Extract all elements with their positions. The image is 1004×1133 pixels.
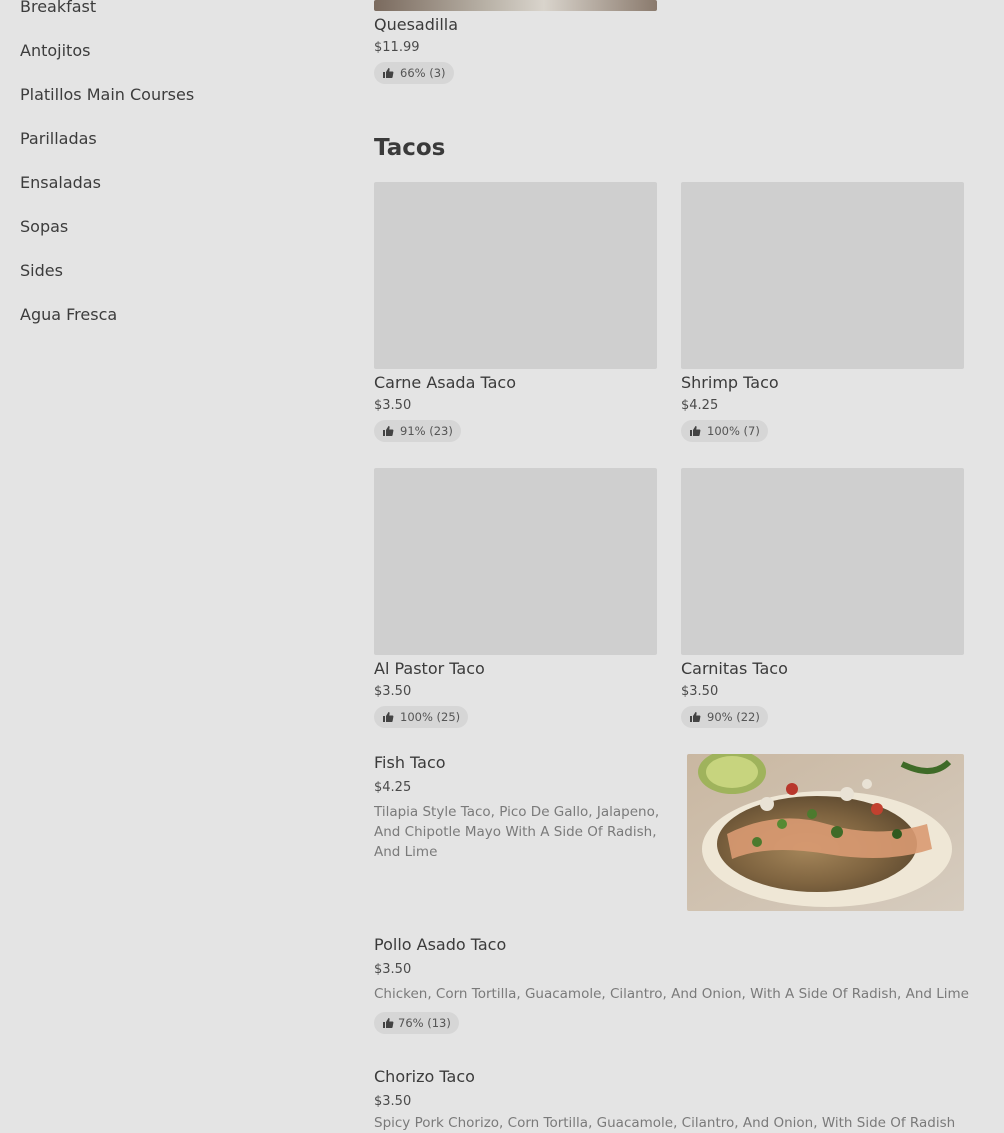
chorizo-taco-name[interactable]: Chorizo Taco [374,1067,475,1086]
quesadilla-price: $11.99 [374,40,420,55]
category-link-sides[interactable]: Sides [20,261,63,280]
thumbs-up-icon [690,712,701,722]
category-link-breakfast[interactable]: Breakfast [20,0,96,16]
al-pastor-price: $3.50 [374,684,412,699]
carne-asada-price: $3.50 [374,398,412,413]
carne-asada-rating-badge: 91% (23) [374,420,461,442]
carnitas-image[interactable] [681,468,964,655]
category-link-ensaladas[interactable]: Ensaladas [20,173,101,192]
category-link-agua-fresca[interactable]: Agua Fresca [20,305,117,324]
al-pastor-rating-badge: 100% (25) [374,706,469,728]
al-pastor-image[interactable] [374,468,657,655]
quesadilla-photo[interactable] [374,0,657,11]
pollo-asado-name[interactable]: Pollo Asado Taco [374,935,506,954]
thumbs-up-icon [383,1018,394,1028]
fish-taco-photo[interactable] [687,754,964,911]
chorizo-taco-price: $3.50 [374,1094,412,1109]
pollo-asado-rating: 76% (13) [398,1016,451,1030]
carne-asada-image[interactable] [374,182,657,369]
category-link-antojitos[interactable]: Antojitos [20,41,90,60]
shrimp-taco-image[interactable] [681,182,964,369]
thumbs-up-icon [383,426,394,436]
quesadilla-name[interactable]: Quesadilla [374,15,458,34]
al-pastor-rating: 100% (25) [400,710,461,724]
section-title-tacos: Tacos [374,135,446,161]
carnitas-rating-badge: 90% (22) [681,706,768,728]
category-link-parilladas[interactable]: Parilladas [20,129,97,148]
category-link-platillos[interactable]: Platillos Main Courses [20,85,194,104]
shrimp-taco-rating: 100% (7) [707,424,760,438]
carnitas-rating: 90% (22) [707,710,760,724]
al-pastor-name[interactable]: Al Pastor Taco [374,659,485,678]
carne-asada-name[interactable]: Carne Asada Taco [374,373,516,392]
carnitas-price: $3.50 [681,684,719,699]
quesadilla-rating: 66% (3) [400,66,446,80]
pollo-asado-rating-badge: 76% (13) [374,1012,459,1034]
pollo-asado-price: $3.50 [374,962,412,977]
carnitas-name[interactable]: Carnitas Taco [681,659,788,678]
carne-asada-rating: 91% (23) [400,424,453,438]
pollo-asado-description: Chicken, Corn Tortilla, Guacamole, Cilan… [374,986,969,1002]
thumbs-up-icon [383,712,394,722]
thumbs-up-icon [690,426,701,436]
fish-taco-price: $4.25 [374,780,412,795]
chorizo-taco-description: Spicy Pork Chorizo, Corn Tortilla, Guaca… [374,1115,956,1131]
fish-taco-description: Tilapia Style Taco, Pico De Gallo, Jalap… [374,804,660,860]
category-link-sopas[interactable]: Sopas [20,217,68,236]
shrimp-taco-name[interactable]: Shrimp Taco [681,373,779,392]
fish-taco-image [687,754,964,911]
shrimp-taco-price: $4.25 [681,398,719,413]
fish-taco-name[interactable]: Fish Taco [374,753,446,772]
shrimp-taco-rating-badge: 100% (7) [681,420,768,442]
quesadilla-rating-badge: 66% (3) [374,62,454,84]
thumbs-up-icon [383,68,394,78]
